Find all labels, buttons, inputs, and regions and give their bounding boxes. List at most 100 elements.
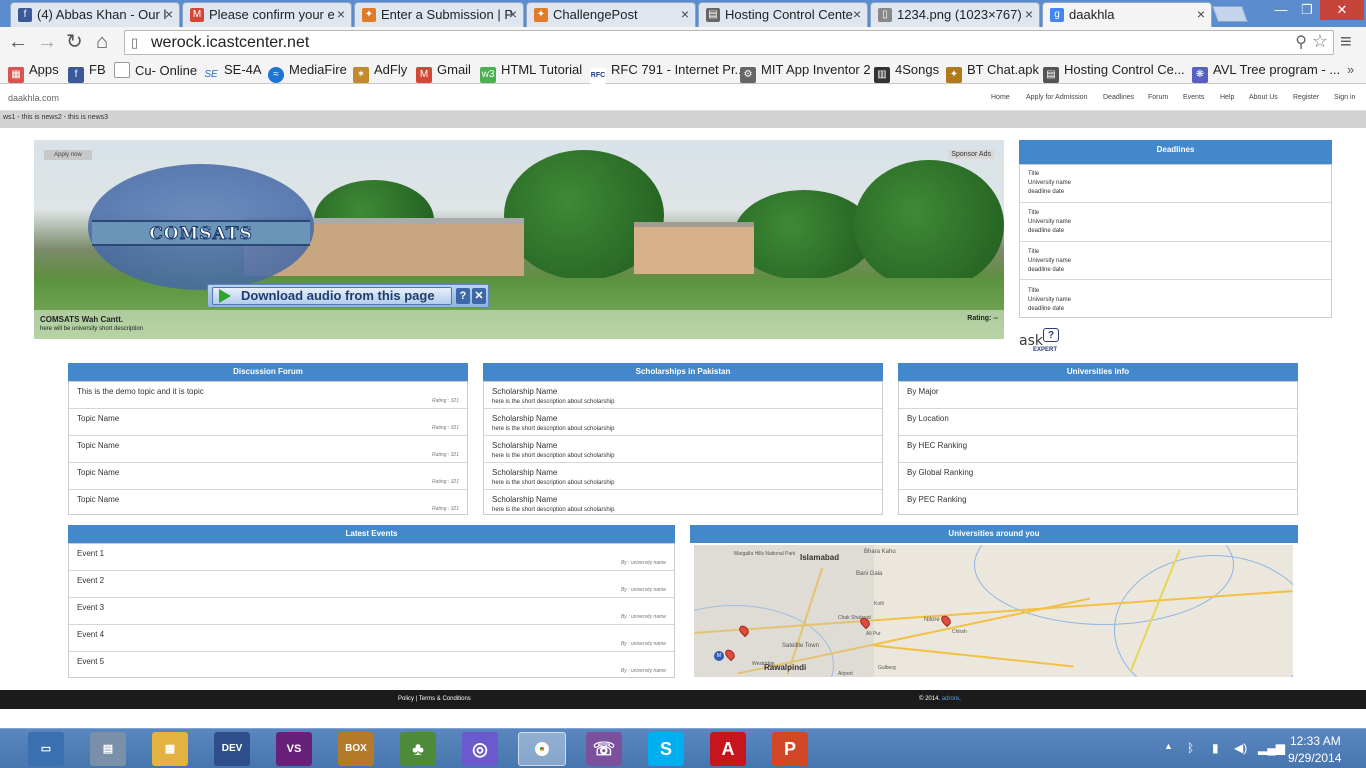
window-close-icon[interactable]: ✕ (1320, 0, 1364, 20)
forum-topic-row[interactable]: Topic Name Rating : 321 (69, 436, 467, 463)
bookmark-rfc791[interactable]: RFC RFC 791 - Internet Pr... (590, 62, 745, 84)
back-icon[interactable]: ← (8, 31, 28, 53)
search-icon[interactable]: ⚲ (1295, 32, 1307, 52)
scholarship-row[interactable]: Scholarship Name here is the short descri… (484, 382, 882, 409)
deadline-item[interactable]: Title University name deadline date (1020, 242, 1331, 280)
bookmark-mediafire[interactable]: ≈ MediaFire (268, 62, 347, 83)
nav-home[interactable]: Home (991, 94, 1010, 101)
reload-icon[interactable]: ↻ (66, 31, 83, 53)
browser-tab-gmail[interactable]: M Please confirm your e × (182, 2, 352, 27)
scholarship-row[interactable]: Scholarship Name here is the short descri… (484, 436, 882, 463)
forum-topic-row[interactable]: Topic Name Rating : 321 (69, 490, 467, 516)
scholarship-row[interactable]: Scholarship Name here is the short descri… (484, 490, 882, 516)
bookmarks-overflow-icon[interactable]: » (1347, 62, 1354, 78)
minimize-icon[interactable]: — (1268, 0, 1294, 20)
forum-topic-row[interactable]: Topic Name Rating : 321 (69, 409, 467, 436)
bookmark-bt-chat[interactable]: ✦ BT Chat.apk (946, 62, 1039, 83)
universities-map[interactable]: Islamabad Rawalpindi Bhara Kahu Bani Gal… (694, 545, 1293, 677)
deadline-item[interactable]: Title University name deadline date (1020, 165, 1331, 203)
show-desktop-icon[interactable]: ▭ (28, 732, 64, 766)
event-row[interactable]: Event 1 By : university name (69, 544, 674, 571)
file-explorer-icon[interactable]: ▦ (152, 732, 188, 766)
footer-policy-links[interactable]: Policy | Terms & Conditions (398, 690, 471, 709)
close-icon[interactable]: × (509, 3, 517, 26)
uni-filter-by-location[interactable]: By Location (899, 409, 1297, 436)
clock-time[interactable]: 12:33 AM (1290, 734, 1341, 748)
bookmark-cu-online[interactable]: Cu- Online (114, 62, 197, 79)
tray-expand-icon[interactable]: ▲ (1164, 741, 1173, 751)
close-icon[interactable]: × (1197, 3, 1205, 26)
deadline-item[interactable]: Title University name deadline date (1020, 280, 1331, 318)
bookmark-html-tutorial[interactable]: w3 HTML Tutorial (480, 62, 582, 83)
event-row[interactable]: Event 2 By : university name (69, 571, 674, 598)
forum-topic-row[interactable]: This is the demo topic and it is topic Ra… (69, 382, 467, 409)
bookmark-avl-tree[interactable]: ❋ AVL Tree program - ... (1192, 62, 1340, 83)
bookmark-fb[interactable]: f FB (68, 62, 106, 83)
bookmark-apps[interactable]: ▦ Apps (8, 62, 59, 83)
scholarship-row[interactable]: Scholarship Name here is the short descri… (484, 409, 882, 436)
uni-filter-by-major[interactable]: By Major (899, 382, 1297, 409)
maximize-icon[interactable]: ❐ (1294, 0, 1320, 20)
nav-apply[interactable]: Apply for Admission (1026, 94, 1087, 101)
close-icon[interactable]: × (337, 3, 345, 26)
scholarship-row[interactable]: Scholarship Name here is the short descri… (484, 463, 882, 490)
bluetooth-icon[interactable]: ᛒ (1187, 741, 1194, 755)
bookmark-star-icon[interactable]: ☆ (1312, 31, 1328, 52)
site-logo[interactable]: daakhla.com (8, 93, 59, 103)
clock-date[interactable]: 9/29/2014 (1288, 751, 1341, 765)
browser-tab-facebook[interactable]: f (4) Abbas Khan - Our l × (10, 2, 180, 27)
solitaire-icon[interactable]: ♣ (400, 732, 436, 766)
browser-tab-image[interactable]: ▯ 1234.png (1023×767) × (870, 2, 1040, 27)
chrome-taskbar-button[interactable] (518, 732, 566, 766)
browser-tab-daakhla[interactable]: g daakhla × (1042, 2, 1212, 27)
deadline-item[interactable]: Title University name deadline date (1020, 203, 1331, 242)
bookmark-se-4a[interactable]: SE SE-4A (203, 62, 261, 83)
nav-events[interactable]: Events (1183, 94, 1204, 101)
bookmark-hosting[interactable]: ▤ Hosting Control Ce... (1043, 62, 1185, 83)
uni-filter-by-pec-ranking[interactable]: By PEC Ranking (899, 490, 1297, 516)
forum-topic-row[interactable]: Topic Name Rating : 321 (69, 463, 467, 490)
visual-studio-icon[interactable]: VS (276, 732, 312, 766)
copyright-link[interactable]: adrore (942, 696, 959, 702)
bookmark-adfly[interactable]: ✶ AdFly (353, 62, 407, 83)
ask-expert-logo[interactable]: ask ? EXPERT (1019, 328, 1063, 354)
close-icon[interactable]: × (1025, 3, 1033, 26)
wifi-signal-icon[interactable]: ▂▄▆ (1258, 741, 1285, 755)
bookmark-4songs[interactable]: ▥ 4Songs (874, 62, 939, 83)
uni-filter-by-global-ranking[interactable]: By Global Ranking (899, 463, 1297, 490)
close-icon[interactable]: × (681, 3, 689, 26)
hero-university-title[interactable]: COMSATS Wah Cantt. (40, 315, 123, 324)
home-icon[interactable]: ⌂ (96, 31, 108, 53)
acrobat-icon[interactable]: A (710, 732, 746, 766)
apply-now-button[interactable]: Apply now (44, 150, 92, 160)
nav-about[interactable]: About Us (1249, 94, 1278, 101)
browser-tab-challengepost[interactable]: ✦ ChallengePost × (526, 2, 696, 27)
nav-deadlines[interactable]: Deadlines (1103, 94, 1134, 101)
bookmark-app-inventor[interactable]: ⚙ MIT App Inventor 2 (740, 62, 871, 83)
close-icon[interactable]: × (165, 3, 173, 26)
help-icon[interactable]: ? (456, 288, 470, 304)
bookmark-gmail[interactable]: M Gmail (416, 62, 471, 83)
hero-slider[interactable]: COMSATS Apply now Sponsor Ads COMSATS Wa… (34, 140, 1004, 339)
devcpp-icon[interactable]: DEV (214, 732, 250, 766)
battery-icon[interactable]: ▮ (1212, 741, 1219, 755)
nav-signin[interactable]: Sign in (1334, 94, 1355, 101)
browser-tab-submission[interactable]: ✦ Enter a Submission | P × (354, 2, 524, 27)
close-icon[interactable]: ✕ (472, 288, 486, 304)
new-tab-button[interactable] (1212, 6, 1248, 22)
chrome-menu-icon[interactable]: ≡ (1340, 31, 1352, 53)
nav-help[interactable]: Help (1220, 94, 1234, 101)
viber-icon[interactable]: ☏ (586, 732, 622, 766)
event-row[interactable]: Event 5 By : university name (69, 652, 674, 679)
event-row[interactable]: Event 4 By : university name (69, 625, 674, 652)
powerpoint-icon[interactable]: P (772, 732, 808, 766)
volume-icon[interactable]: ◀) (1234, 741, 1247, 755)
browser-tab-hosting[interactable]: ▤ Hosting Control Cente × (698, 2, 868, 27)
uni-filter-by-hec-ranking[interactable]: By HEC Ranking (899, 436, 1297, 463)
app-circle-icon[interactable]: ◎ (462, 732, 498, 766)
forward-icon[interactable]: → (37, 31, 57, 53)
address-bar[interactable]: ▯ werock.icastcenter.net ⚲ ☆ (124, 30, 1334, 55)
nav-forum[interactable]: Forum (1148, 94, 1168, 101)
close-icon[interactable]: × (853, 3, 861, 26)
skype-icon[interactable]: S (648, 732, 684, 766)
